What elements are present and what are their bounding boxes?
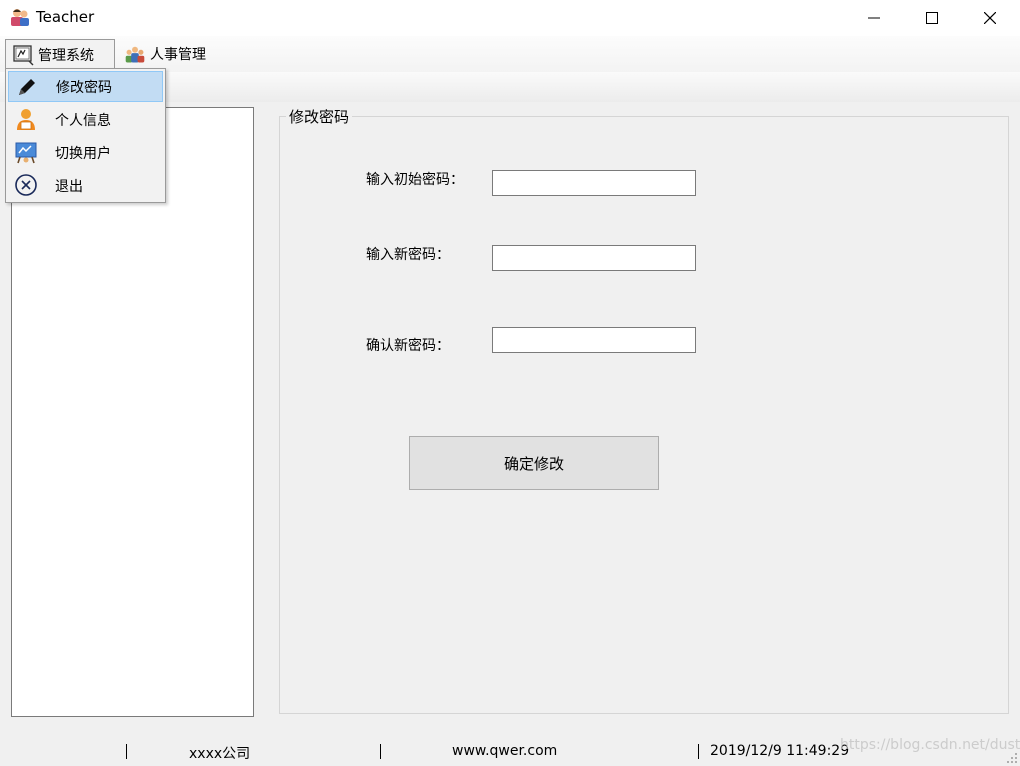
person-icon	[17, 109, 35, 130]
groupbox-title: 修改密码	[286, 106, 353, 127]
menu-admin-system[interactable]: 管理系统	[5, 39, 115, 69]
watermark-text: https://blog.csdn.net/dust_	[840, 737, 1020, 753]
menu-item-change-password-label: 修改密码	[56, 79, 112, 96]
menu-item-exit-label: 退出	[55, 178, 83, 195]
status-website: www.qwer.com	[452, 743, 558, 759]
new-password-label: 输入新密码：	[366, 247, 450, 263]
confirm-password-label: 确认新密码：	[366, 338, 450, 354]
status-datetime: 2019/12/9 11:49:29	[710, 743, 850, 759]
exit-icon	[15, 174, 37, 196]
menu-item-personal-info[interactable]: 个人信息	[8, 104, 163, 135]
teacher-app-icon	[11, 9, 29, 26]
change-password-groupbox	[279, 116, 1009, 714]
admin-system-dropdown: 修改密码 个人信息 切换用户 退出	[5, 68, 166, 203]
menu-bar: 管理系统 人事管理	[0, 36, 1020, 72]
menu-personnel[interactable]: 人事管理	[118, 39, 218, 69]
menu-item-change-password[interactable]: 修改密码	[8, 71, 163, 102]
menu-personnel-label: 人事管理	[150, 47, 206, 63]
switch-user-icon	[15, 142, 37, 164]
close-button[interactable]	[961, 0, 1019, 36]
maximize-icon	[926, 12, 938, 24]
resize-grip-icon[interactable]	[1004, 752, 1018, 764]
status-company: xxxx公司	[189, 746, 251, 762]
status-separator	[698, 744, 699, 759]
old-password-input[interactable]	[492, 170, 696, 196]
confirm-change-button[interactable]: 确定修改	[409, 436, 659, 490]
menu-item-personal-info-label: 个人信息	[55, 112, 111, 129]
old-password-label: 输入初始密码：	[366, 172, 464, 188]
menu-item-switch-user-label: 切换用户	[55, 145, 111, 162]
status-separator	[126, 744, 127, 759]
menu-item-switch-user[interactable]: 切换用户	[8, 137, 163, 168]
window-title: Teacher	[36, 8, 95, 26]
status-separator	[380, 744, 381, 759]
menu-item-exit[interactable]: 退出	[8, 170, 163, 201]
pencil-icon	[19, 79, 35, 95]
maximize-button[interactable]	[903, 0, 961, 36]
close-icon	[984, 12, 996, 24]
personnel-icon	[125, 46, 145, 63]
confirm-password-input[interactable]	[492, 327, 696, 353]
minimize-button[interactable]	[845, 0, 903, 36]
minimize-icon	[868, 17, 880, 19]
new-password-input[interactable]	[492, 245, 696, 271]
menu-admin-system-label: 管理系统	[38, 47, 94, 64]
admin-system-icon	[13, 44, 34, 65]
title-bar: Teacher	[0, 0, 1020, 36]
